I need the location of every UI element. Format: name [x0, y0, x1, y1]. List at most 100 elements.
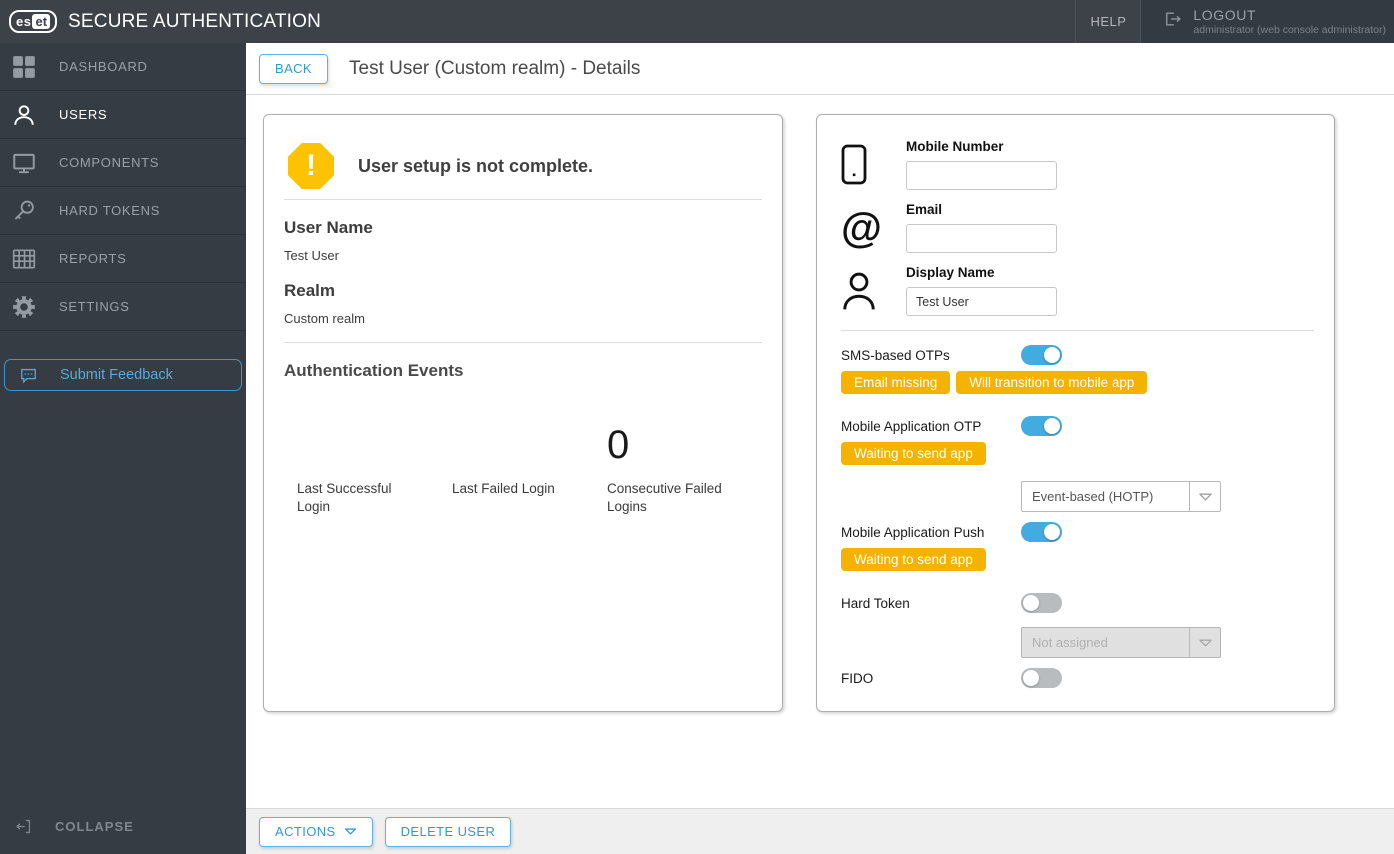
submit-feedback-label: Submit Feedback: [60, 367, 173, 383]
sidebar-item-label: SETTINGS: [59, 299, 130, 314]
back-label: BACK: [275, 61, 313, 76]
divider: [284, 199, 762, 200]
mobile-app-push-row: Mobile Application Push: [841, 522, 1314, 542]
stat-label: Last Successful Login: [297, 481, 392, 515]
sidebar-item-label: REPORTS: [59, 251, 127, 266]
collapse-icon: [12, 817, 34, 836]
sidebar-item-label: DASHBOARD: [59, 59, 148, 74]
hard-token-value: Not assigned: [1032, 635, 1108, 650]
monitor-icon: [10, 150, 38, 176]
hard-token-toggle[interactable]: [1021, 593, 1062, 613]
dashboard-grid-icon: [10, 54, 38, 80]
sms-otp-label: SMS-based OTPs: [841, 347, 950, 363]
fido-label: FIDO: [841, 670, 874, 686]
chevron-down-icon: [1189, 482, 1220, 511]
mobile-number-label: Mobile Number: [906, 139, 1004, 154]
toggle-knob: [1023, 595, 1039, 611]
actions-button[interactable]: ACTIONS: [259, 816, 373, 847]
user-icon: [10, 102, 38, 128]
stat-consecutive-failed-logins: 0 Consecutive Failed Logins: [607, 416, 762, 516]
help-button[interactable]: HELP: [1075, 0, 1142, 43]
otp-type-value: Event-based (HOTP): [1032, 489, 1154, 504]
email-label: Email: [906, 202, 943, 217]
divider: [841, 330, 1314, 331]
help-label: HELP: [1090, 14, 1127, 29]
sidebar-item-dashboard[interactable]: DASHBOARD: [0, 43, 246, 91]
mobile-app-push-toggle[interactable]: [1021, 522, 1062, 542]
sidebar-item-settings[interactable]: SETTINGS: [0, 283, 246, 331]
stat-label: Last Failed Login: [452, 481, 555, 496]
fido-toggle[interactable]: [1021, 668, 1062, 688]
mobile-app-otp-toggle[interactable]: [1021, 416, 1062, 436]
sms-otp-row: SMS-based OTPs: [841, 345, 1314, 365]
toggle-knob: [1023, 670, 1039, 686]
realm-value: Custom realm: [284, 311, 365, 326]
realm-label: Realm: [284, 281, 336, 300]
status-badge-waiting-app: Waiting to send app: [841, 548, 986, 571]
stat-value: [452, 416, 607, 468]
hard-token-label: Hard Token: [841, 595, 910, 611]
mobile-app-otp-row: Mobile Application OTP: [841, 416, 1314, 436]
stat-last-failed-login: Last Failed Login: [452, 416, 607, 516]
gear-icon: [10, 294, 38, 320]
person-icon: [841, 265, 906, 316]
stat-value: 0: [607, 423, 630, 467]
display-name-label: Display Name: [906, 265, 995, 280]
toggle-knob: [1044, 524, 1060, 540]
user-details-card: Mobile Number @ Email Display Name Test …: [816, 114, 1335, 712]
sidebar-item-label: COMPONENTS: [59, 155, 160, 170]
logout-button[interactable]: LOGOUT administrator (web console admini…: [1141, 0, 1394, 43]
sidebar-item-hard-tokens[interactable]: HARD TOKENS: [0, 187, 246, 235]
sidebar-item-label: HARD TOKENS: [59, 203, 161, 218]
email-input[interactable]: [906, 224, 1057, 253]
status-badge-transition: Will transition to mobile app: [956, 371, 1148, 394]
page-title: Test User (Custom realm) - Details: [349, 57, 641, 79]
fido-row: FIDO: [841, 668, 1314, 688]
submit-feedback-button[interactable]: Submit Feedback: [4, 359, 242, 391]
logout-user: administrator (web console administrator…: [1193, 24, 1386, 36]
username-value: Test User: [284, 248, 339, 263]
status-badge-email-missing: Email missing: [841, 371, 951, 394]
eset-logo-es: es: [16, 14, 32, 29]
hard-token-select: Not assigned: [1021, 627, 1221, 658]
actions-label: ACTIONS: [275, 824, 336, 839]
warning-icon: [288, 143, 334, 189]
footer-action-bar: ACTIONS DELETE USER: [246, 808, 1394, 854]
mobile-app-otp-label: Mobile Application OTP: [841, 418, 982, 434]
sidebar-item-reports[interactable]: REPORTS: [0, 235, 246, 283]
main-area: BACK Test User (Custom realm) - Details …: [246, 43, 1394, 854]
topbar: es et SECURE AUTHENTICATION HELP LOGOUT …: [0, 0, 1394, 43]
delete-user-label: DELETE USER: [400, 824, 496, 839]
otp-type-select[interactable]: Event-based (HOTP): [1021, 481, 1221, 512]
key-icon: [10, 198, 38, 224]
mobile-number-input[interactable]: [906, 161, 1057, 190]
chevron-down-icon: [1189, 628, 1220, 657]
divider: [284, 342, 762, 343]
hard-token-row: Hard Token: [841, 593, 1314, 613]
speech-bubble-icon: [17, 366, 39, 385]
collapse-button[interactable]: COLLAPSE: [0, 810, 246, 842]
status-badge-waiting-app: Waiting to send app: [841, 442, 986, 465]
mobile-app-push-label: Mobile Application Push: [841, 524, 985, 540]
display-name-row: Display Name: [841, 265, 1314, 316]
sidebar: DASHBOARD USERS COMPONENTS HARD TOKENS R…: [0, 43, 246, 854]
collapse-label: COLLAPSE: [55, 818, 134, 834]
email-row: @ Email: [841, 202, 1314, 253]
auth-events-title: Authentication Events: [284, 361, 464, 380]
sidebar-item-users[interactable]: USERS: [0, 91, 246, 139]
toggle-knob: [1044, 418, 1060, 434]
display-name-input[interactable]: [906, 287, 1057, 316]
sidebar-item-components[interactable]: COMPONENTS: [0, 139, 246, 187]
warning-text: User setup is not complete.: [358, 155, 594, 176]
stat-last-successful-login: Last Successful Login: [297, 416, 452, 516]
brand: es et SECURE AUTHENTICATION: [0, 0, 321, 43]
toggle-knob: [1044, 347, 1060, 363]
sms-otp-toggle[interactable]: [1021, 345, 1062, 365]
phone-icon: [841, 139, 906, 190]
auth-events-stats: Last Successful Login Last Failed Login …: [284, 416, 762, 516]
back-button[interactable]: BACK: [259, 53, 329, 84]
logout-label: LOGOUT: [1193, 7, 1257, 23]
eset-logo: es et: [9, 10, 58, 33]
delete-user-button[interactable]: DELETE USER: [384, 816, 512, 847]
mobile-number-row: Mobile Number: [841, 139, 1314, 190]
